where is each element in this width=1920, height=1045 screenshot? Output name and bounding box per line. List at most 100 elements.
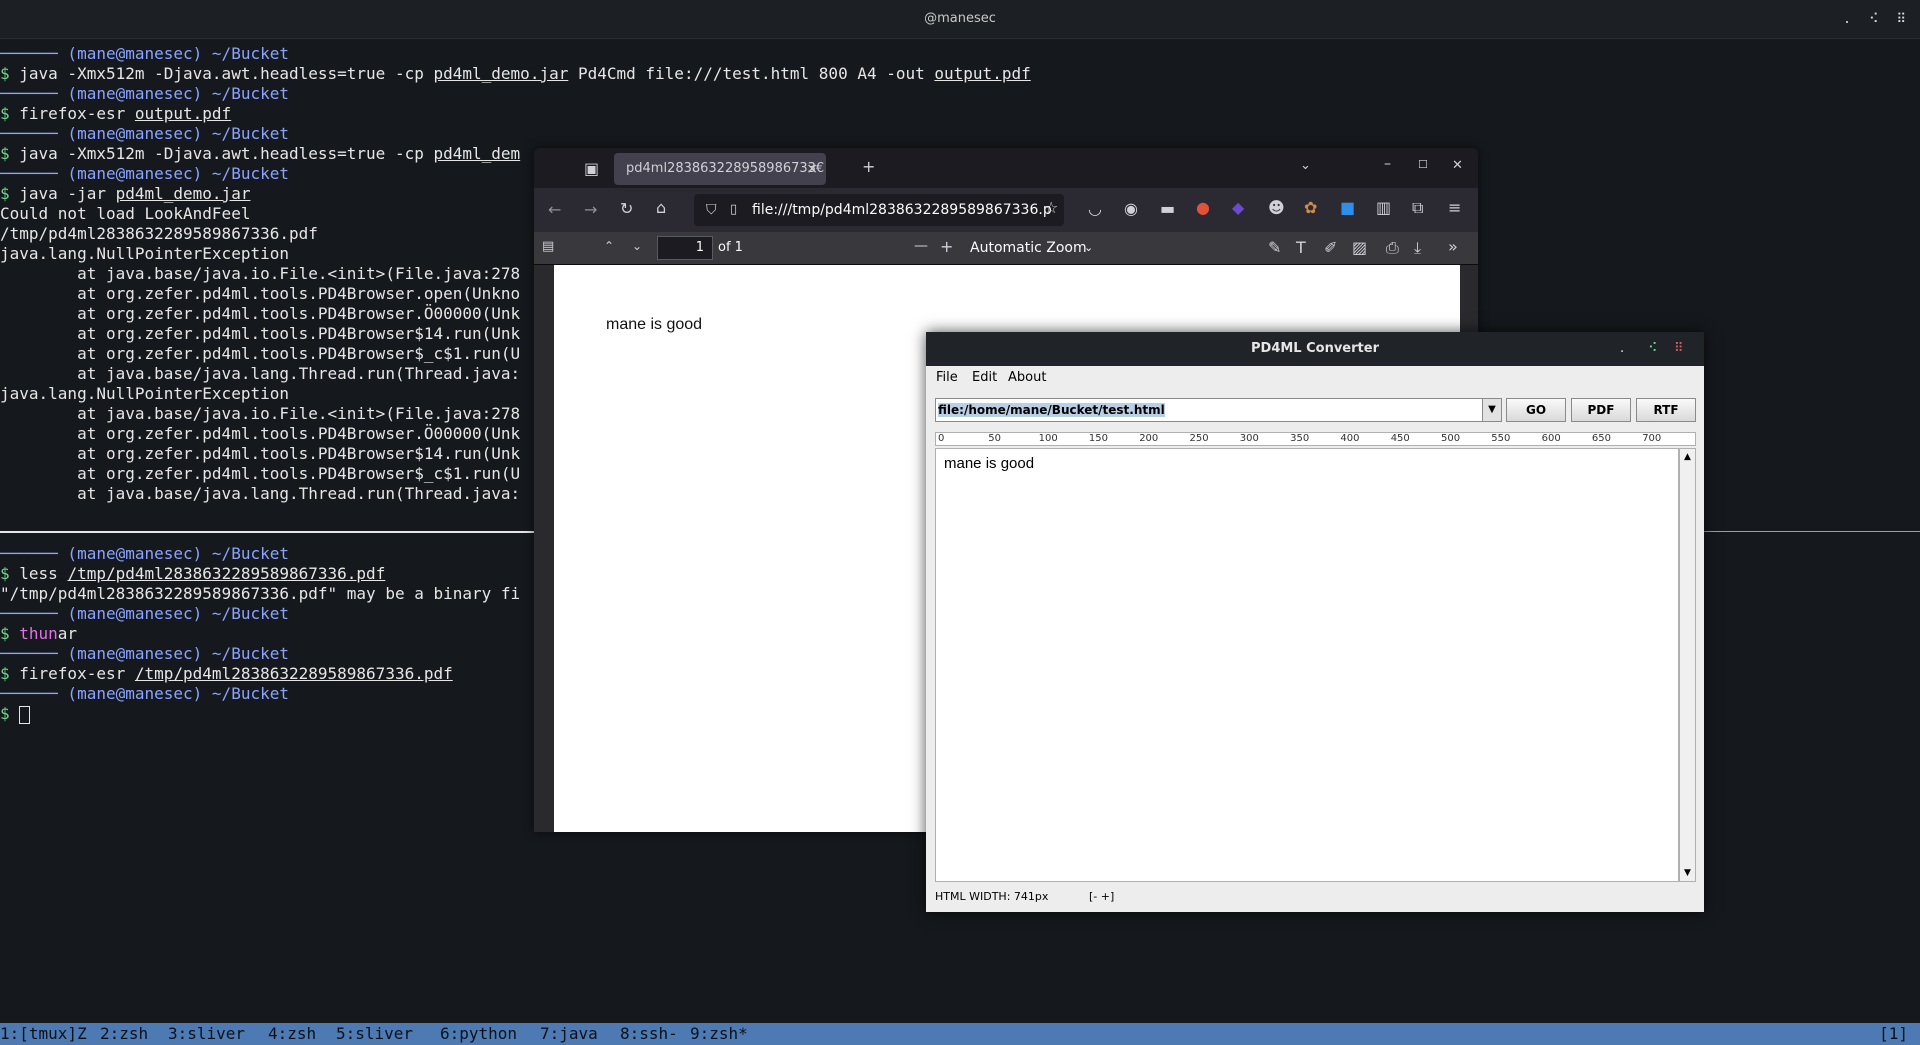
tmux-status-bar: [1] 1:[tmux]Z 2:zsh 3:sliver 4:zsh 5:sliver 6…: [0, 1023, 1920, 1045]
terminal-line: $ java -Xmx512m -Djava.awt.headless=true…: [0, 64, 1031, 83]
pd4ml-title-bar: PD4ML Converter . ⠪ ⠿: [926, 332, 1704, 366]
ruler-tick: 400: [1340, 433, 1360, 444]
page-number-input[interactable]: 1: [657, 236, 713, 260]
maximize-button[interactable]: ⠪: [1648, 332, 1658, 366]
tmux-window-tab[interactable]: 2:zsh: [100, 1023, 148, 1045]
shell-prompt: ────── (mane@manesec) ~/Bucket: [0, 544, 289, 563]
tab-close-button[interactable]: ×: [806, 153, 818, 185]
pane-divider: [0, 531, 540, 533]
extension-icon[interactable]: ☻: [1268, 198, 1285, 217]
page-icon[interactable]: ▯: [730, 194, 737, 226]
url-bar[interactable]: ⛉ ▯ file:///tmp/pd4ml2838632289589867336…: [694, 194, 1064, 226]
shell-prompt: ────── (mane@manesec) ~/Bucket: [0, 684, 289, 703]
ruler-tick: 550: [1491, 433, 1511, 444]
url-dropdown-button[interactable]: ▼: [1482, 398, 1502, 422]
extension-icon[interactable]: ■: [1340, 198, 1355, 217]
menu-file[interactable]: File: [936, 370, 958, 385]
menu-icon[interactable]: ≡: [1448, 198, 1461, 217]
maximize-icon[interactable]: ☐: [1418, 158, 1428, 171]
html-preview[interactable]: mane is good: [935, 448, 1679, 882]
pocket-icon[interactable]: ◡: [1088, 199, 1102, 218]
terminal-line: ────── (mane@manesec) ~/Bucket: [0, 84, 1920, 104]
tab-pdf[interactable]: pd4ml283863228958986733€ ×: [614, 153, 826, 185]
url-field-value: file:/home/mane/Bucket/test.html: [938, 403, 1165, 417]
ruler-tick: 250: [1189, 433, 1209, 444]
extension-icon[interactable]: ●: [1196, 198, 1210, 217]
highlight-icon[interactable]: ✎: [1268, 238, 1281, 257]
previous-page-icon[interactable]: ⌃: [604, 239, 614, 253]
tmux-window-tab[interactable]: 8:ssh-: [620, 1023, 678, 1045]
ruler-tick: 650: [1591, 433, 1611, 444]
html-width-label: HTML WIDTH: 741px: [935, 890, 1049, 903]
tmux-window-tab[interactable]: 9:zsh*: [690, 1023, 748, 1045]
back-icon[interactable]: ←: [548, 200, 561, 219]
vertical-scrollbar[interactable]: ▲ ▼: [1679, 448, 1696, 882]
scroll-down-icon[interactable]: ▼: [1680, 865, 1695, 881]
maximize-button[interactable]: ⠪: [1869, 12, 1879, 27]
new-tab-button[interactable]: +: [862, 157, 875, 176]
shell-prompt: ────── (mane@manesec) ~/Bucket: [0, 84, 289, 103]
pdf-button[interactable]: PDF: [1571, 398, 1631, 422]
tmux-window-tab[interactable]: 6:python: [440, 1023, 517, 1045]
close-button[interactable]: ⠿: [1896, 12, 1906, 27]
ruler-tick: 600: [1541, 433, 1561, 444]
tmux-window-tab[interactable]: 5:sliver: [336, 1023, 413, 1045]
pd4ml-window: PD4ML Converter . ⠪ ⠿ File Edit About fi…: [926, 332, 1704, 912]
url-combobox[interactable]: file:/home/mane/Bucket/test.html: [935, 398, 1491, 422]
bookmark-star-icon[interactable]: ☆: [1044, 198, 1058, 217]
extensions-icon[interactable]: ⧉: [1412, 198, 1423, 218]
minimize-button[interactable]: .: [1620, 332, 1624, 366]
more-tools-icon[interactable]: »: [1448, 237, 1458, 256]
draw-icon[interactable]: ✐: [1324, 238, 1337, 257]
extension-icon[interactable]: ▬: [1160, 199, 1175, 218]
image-icon[interactable]: ▨: [1352, 238, 1367, 257]
pd4ml-title: PD4ML Converter: [1251, 341, 1379, 356]
extension-icon[interactable]: ▥: [1376, 198, 1391, 217]
zoom-select[interactable]: Automatic Zoom ⌄: [962, 235, 1102, 261]
pdf-text: mane is good: [606, 316, 703, 333]
tmux-window-tab[interactable]: 4:zsh: [268, 1023, 316, 1045]
tmux-window-tab[interactable]: 7:java: [540, 1023, 598, 1045]
zoom-out-icon[interactable]: —: [914, 238, 928, 254]
tab-overview-icon[interactable]: ▣: [584, 159, 599, 178]
ruler-tick: 100: [1038, 433, 1058, 444]
reload-icon[interactable]: ↻: [620, 199, 633, 218]
extension-icon[interactable]: ◆: [1232, 198, 1244, 217]
sidebar-toggle-icon[interactable]: ▤: [542, 239, 554, 254]
shell-prompt: ────── (mane@manesec) ~/Bucket: [0, 164, 289, 183]
tmux-window-tab[interactable]: 1:[tmux]Z: [0, 1023, 87, 1045]
home-icon[interactable]: ⌂: [656, 198, 666, 217]
go-button[interactable]: GO: [1506, 398, 1566, 422]
account-icon[interactable]: ◉: [1124, 199, 1138, 218]
forward-icon[interactable]: →: [584, 200, 597, 219]
list-tabs-icon[interactable]: ⌄: [1300, 158, 1311, 173]
rtf-button[interactable]: RTF: [1636, 398, 1696, 422]
window-title: @manesec: [924, 11, 996, 26]
close-button[interactable]: ⠿: [1674, 332, 1684, 366]
close-icon[interactable]: ✕: [1452, 158, 1463, 173]
tmux-session-indicator: [1]: [1879, 1024, 1908, 1043]
tmux-window-tab[interactable]: 3:sliver: [168, 1023, 245, 1045]
scroll-up-icon[interactable]: ▲: [1680, 449, 1695, 465]
menu-about[interactable]: About: [1008, 370, 1046, 385]
shell-prompt: ────── (mane@manesec) ~/Bucket: [0, 644, 289, 663]
page-count: of 1: [718, 240, 743, 255]
extension-icon[interactable]: ✿: [1304, 198, 1317, 217]
zoom-value: Automatic Zoom: [970, 240, 1087, 256]
minimize-button[interactable]: .: [1843, 12, 1851, 27]
text-icon[interactable]: T: [1296, 238, 1306, 257]
ruler-tick: 150: [1088, 433, 1108, 444]
zoom-in-icon[interactable]: +: [940, 237, 953, 256]
url-text: file:///tmp/pd4ml2838632289589867336.p: [752, 202, 1052, 218]
menu-edit[interactable]: Edit: [972, 370, 997, 385]
zoom-controls[interactable]: [- +]: [1089, 890, 1114, 903]
save-icon[interactable]: ⤓: [1414, 238, 1421, 258]
top-panel: @manesec . ⠪ ⠿: [0, 0, 1920, 39]
print-icon[interactable]: ⎙: [1386, 238, 1399, 258]
shield-icon[interactable]: ⛉: [706, 194, 717, 226]
terminal-line: ────── (mane@manesec) ~/Bucket: [0, 44, 1920, 64]
ruler-tick: 350: [1290, 433, 1310, 444]
minimize-icon[interactable]: –: [1384, 156, 1391, 172]
pane-divider-active: [1700, 531, 1920, 532]
next-page-icon[interactable]: ⌄: [632, 239, 642, 253]
